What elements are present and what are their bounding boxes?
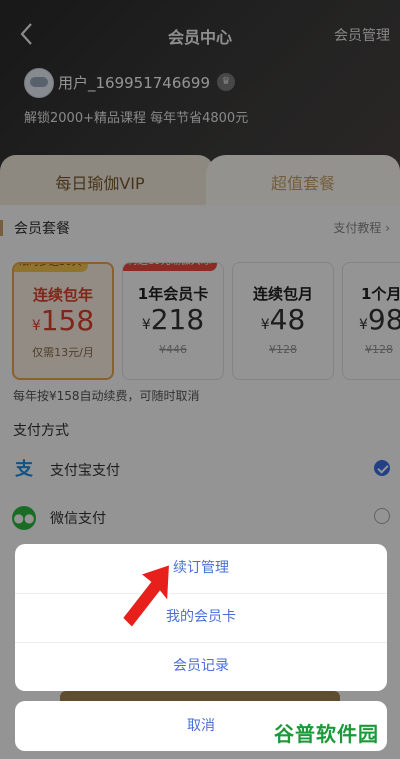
- member-record-option[interactable]: 会员记录: [15, 642, 387, 691]
- action-sheet: 续订管理 我的会员卡 会员记录: [15, 544, 387, 691]
- my-member-card-option[interactable]: 我的会员卡: [15, 593, 387, 643]
- watermark-logo: 谷普软件园: [274, 722, 379, 746]
- renewal-management-option[interactable]: 续订管理: [15, 544, 387, 594]
- red-pointer-arrow-icon: [120, 562, 172, 630]
